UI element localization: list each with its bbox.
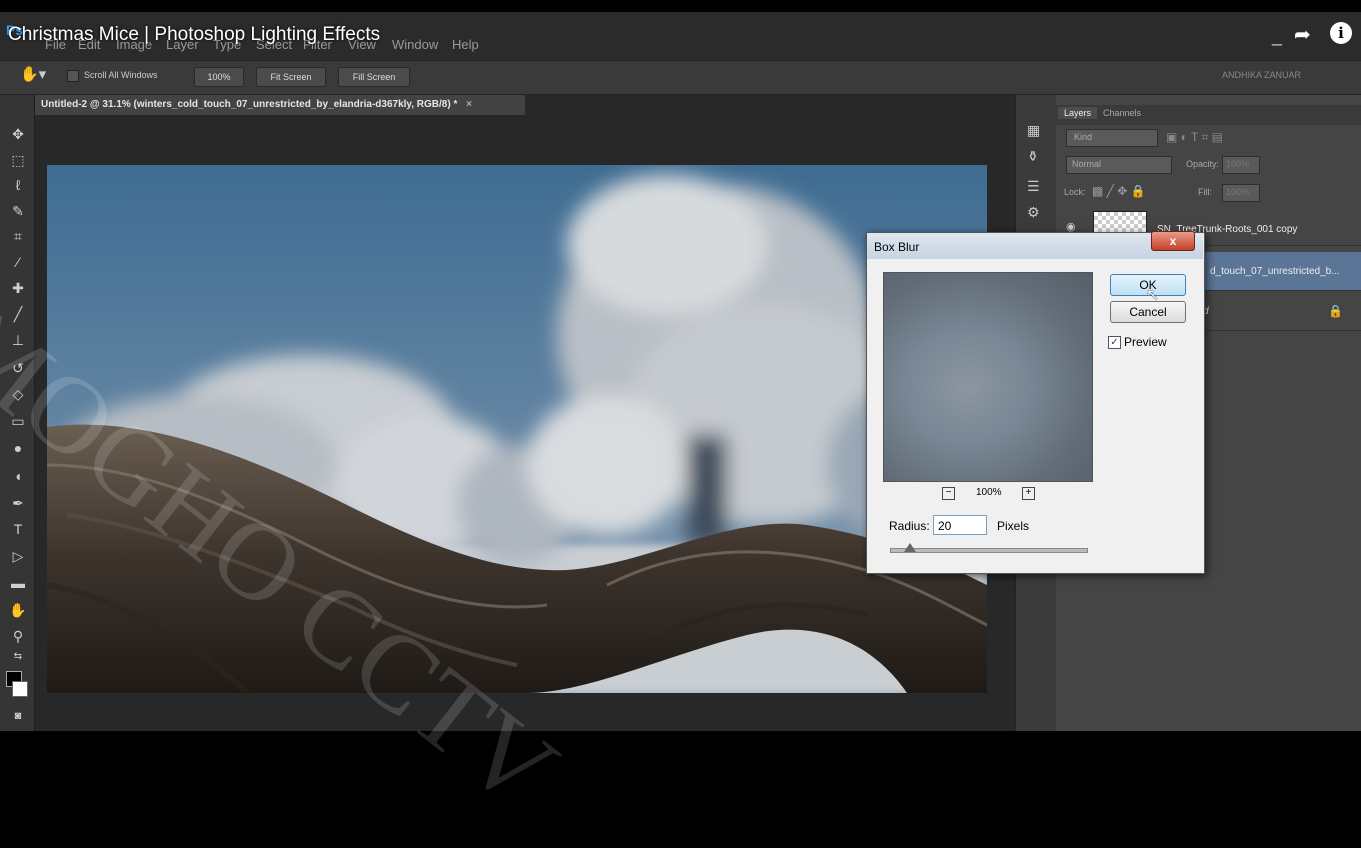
dialog-title: Box Blur — [874, 240, 920, 254]
lock-icons[interactable]: ▩ ╱ ✥ 🔒 — [1092, 184, 1146, 198]
close-icon[interactable]: × — [466, 99, 472, 110]
layer-name[interactable]: d_touch_07_unrestricted_b... — [1210, 266, 1340, 277]
eyedropper-tool-icon[interactable]: ⁄ — [7, 254, 29, 270]
document-tab[interactable]: Untitled-2 @ 31.1% (winters_cold_touch_0… — [35, 95, 525, 115]
shape-tool-icon[interactable]: ▬ — [7, 575, 29, 591]
filter-kind-label: Kind — [1074, 132, 1093, 142]
blur-preview-area[interactable] — [883, 272, 1093, 482]
zoom-out-button[interactable]: − — [942, 487, 955, 500]
share-arrow-icon[interactable]: ➦ — [1294, 22, 1311, 47]
quick-mask-icon[interactable]: ◙ — [7, 710, 29, 722]
brush-presets-icon[interactable]: ⚱ — [1027, 148, 1039, 165]
eraser-tool-icon[interactable]: ◇ — [7, 386, 29, 403]
radius-slider-thumb[interactable] — [903, 543, 916, 552]
dodge-tool-icon[interactable]: ◖ — [7, 468, 29, 484]
gradient-tool-icon[interactable]: ▭ — [7, 413, 29, 430]
hand-tool-icon[interactable]: ✋▾ — [20, 65, 46, 83]
pixels-label: Pixels — [997, 519, 1030, 533]
crop-tool-icon[interactable]: ⌗ — [7, 228, 29, 245]
brush-tool-icon[interactable]: ╱ — [7, 306, 29, 323]
document-canvas-image[interactable] — [47, 165, 987, 693]
zoom-tool-icon[interactable]: ⚲ — [7, 628, 29, 645]
background-color-swatch[interactable] — [12, 681, 28, 697]
layers-panel-tabbar — [1056, 105, 1361, 125]
radius-label: Radius: — [889, 519, 930, 533]
preview-zoom-level: 100% — [976, 487, 1002, 498]
blend-mode-value: Normal — [1072, 159, 1102, 169]
winter-scene-image — [47, 165, 987, 693]
menu-window[interactable]: Window — [392, 37, 438, 52]
fit-screen-button[interactable]: Fit Screen — [256, 67, 326, 87]
adjustments-icon[interactable]: ☰ — [1027, 178, 1040, 195]
hand-tool-icon[interactable]: ✋ — [7, 602, 29, 619]
clone-stamp-tool-icon[interactable]: ⊥ — [7, 332, 29, 349]
mouse-cursor-icon: ↖ — [1146, 287, 1160, 304]
fill-value: 100% — [1226, 187, 1250, 197]
path-selection-tool-icon[interactable]: ▷ — [7, 548, 29, 565]
zoom-in-button[interactable]: + — [1022, 487, 1035, 500]
preview-checkbox[interactable]: ✓ — [1108, 336, 1121, 349]
menu-help[interactable]: Help — [452, 37, 479, 52]
swap-colors-icon[interactable]: ⇆ — [7, 651, 29, 662]
swatches-icon[interactable]: ▦ — [1027, 122, 1040, 139]
video-top-bar — [0, 0, 1361, 12]
tab-channels[interactable]: Channels — [1103, 108, 1141, 118]
opacity-value: 100% — [1226, 159, 1250, 169]
scroll-all-windows-label: Scroll All Windows — [84, 70, 158, 80]
fill-screen-button[interactable]: Fill Screen — [338, 67, 410, 87]
properties-icon[interactable]: ⚙ — [1027, 204, 1040, 221]
layer-filter-icons[interactable]: ▣ ◐ T ⌗ ▤ — [1166, 130, 1223, 145]
pen-tool-icon[interactable]: ✒ — [7, 495, 29, 512]
healing-brush-tool-icon[interactable]: ✚ — [7, 280, 29, 297]
scroll-all-windows-checkbox[interactable] — [67, 70, 79, 82]
type-tool-icon[interactable]: T — [7, 521, 29, 537]
document-tab-title: Untitled-2 @ 31.1% (winters_cold_touch_0… — [41, 99, 458, 110]
video-title[interactable]: Christmas Mice | Photoshop Lighting Effe… — [8, 24, 380, 46]
marquee-tool-icon[interactable]: ⬚ — [7, 152, 29, 169]
blur-tool-icon[interactable]: ● — [7, 440, 29, 456]
workspace-switcher[interactable]: ANDHIKA ZANUAR — [1222, 70, 1301, 80]
quick-select-tool-icon[interactable]: ✎ — [7, 203, 29, 220]
lasso-tool-icon[interactable]: ℓ — [7, 177, 29, 193]
lock-icon: 🔒 — [1328, 304, 1343, 318]
close-button[interactable]: x — [1151, 231, 1195, 251]
move-tool-icon[interactable]: ✥ — [7, 126, 29, 143]
minimize-icon[interactable]: _ — [1272, 26, 1282, 47]
preview-label: Preview — [1124, 335, 1167, 349]
lock-label: Lock: — [1064, 187, 1086, 197]
radius-slider[interactable] — [890, 548, 1088, 553]
history-brush-tool-icon[interactable]: ↺ — [7, 360, 29, 377]
zoom-100-button[interactable]: 100% — [194, 67, 244, 87]
info-icon[interactable]: i — [1330, 22, 1352, 44]
fill-label: Fill: — [1198, 187, 1212, 197]
radius-input[interactable]: 20 — [933, 515, 987, 535]
opacity-label: Opacity: — [1186, 159, 1220, 169]
tab-layers[interactable]: Layers — [1058, 107, 1098, 119]
